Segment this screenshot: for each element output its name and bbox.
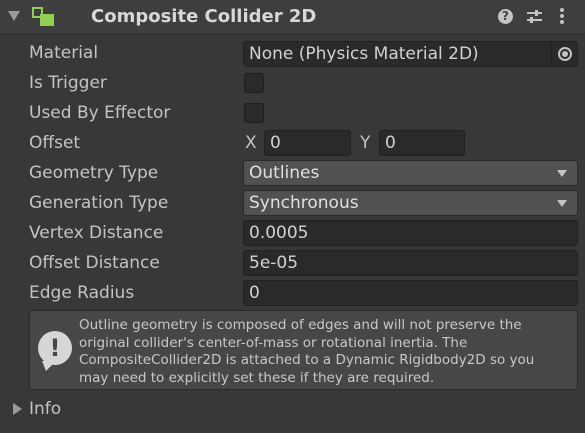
offset-x-input[interactable]: 0 (264, 130, 351, 156)
composite-collider-icon[interactable] (32, 6, 56, 28)
is-trigger-label: Is Trigger (29, 73, 107, 93)
chevron-down-icon (557, 200, 567, 207)
help-line: original collider's center-of-mass or ro… (79, 334, 468, 351)
geometry-type-dropdown[interactable]: Outlines (243, 160, 578, 186)
vertex-distance-label: Vertex Distance (29, 223, 164, 243)
edge-radius-label: Edge Radius (29, 283, 135, 303)
help-message: Outline geometry is composed of edges an… (79, 317, 575, 387)
help-line: CompositeCollider2D is attached to a Dyn… (79, 352, 535, 368)
warning-icon: ! (38, 331, 72, 371)
edge-radius-input[interactable]: 0 (243, 280, 578, 306)
is-trigger-checkbox[interactable] (244, 73, 264, 93)
help-icon[interactable]: ? (498, 9, 513, 24)
object-picker-icon[interactable] (551, 41, 578, 67)
used-by-effector-label: Used By Effector (29, 103, 171, 123)
generation-type-label: Generation Type (29, 193, 169, 213)
more-options-icon[interactable] (558, 6, 566, 28)
presets-icon[interactable] (526, 8, 543, 25)
component-title: Composite Collider 2D (91, 6, 317, 27)
offset-y-label[interactable]: Y (360, 130, 370, 156)
info-foldout-arrow-icon[interactable] (13, 403, 22, 415)
foldout-arrow-icon[interactable] (8, 11, 20, 21)
warning-help-box: ! Outline geometry is composed of edges … (29, 310, 578, 390)
offset-label: Offset (29, 133, 81, 153)
help-line: may need to explicitly set these if they… (79, 369, 435, 386)
geometry-type-label: Geometry Type (29, 163, 159, 183)
help-line: Outline geometry is composed of edges an… (79, 317, 522, 333)
offset-x-label[interactable]: X (245, 130, 257, 156)
material-value: None (Physics Material 2D) (249, 44, 479, 64)
material-label: Material (29, 43, 99, 63)
offset-distance-input[interactable]: 5e-05 (243, 250, 578, 276)
material-field[interactable]: None (Physics Material 2D) (243, 41, 578, 67)
chevron-down-icon (557, 170, 567, 177)
vertex-distance-input[interactable]: 0.0005 (243, 220, 578, 246)
generation-type-dropdown[interactable]: Synchronous (243, 190, 578, 216)
offset-y-input[interactable]: 0 (379, 130, 465, 156)
geometry-type-value: Outlines (249, 163, 320, 183)
offset-distance-label: Offset Distance (29, 253, 160, 273)
component-header: Composite Collider 2D ? (0, 0, 585, 35)
info-foldout-label[interactable]: Info (29, 396, 61, 422)
generation-type-value: Synchronous (249, 193, 359, 213)
used-by-effector-checkbox[interactable] (244, 103, 264, 123)
